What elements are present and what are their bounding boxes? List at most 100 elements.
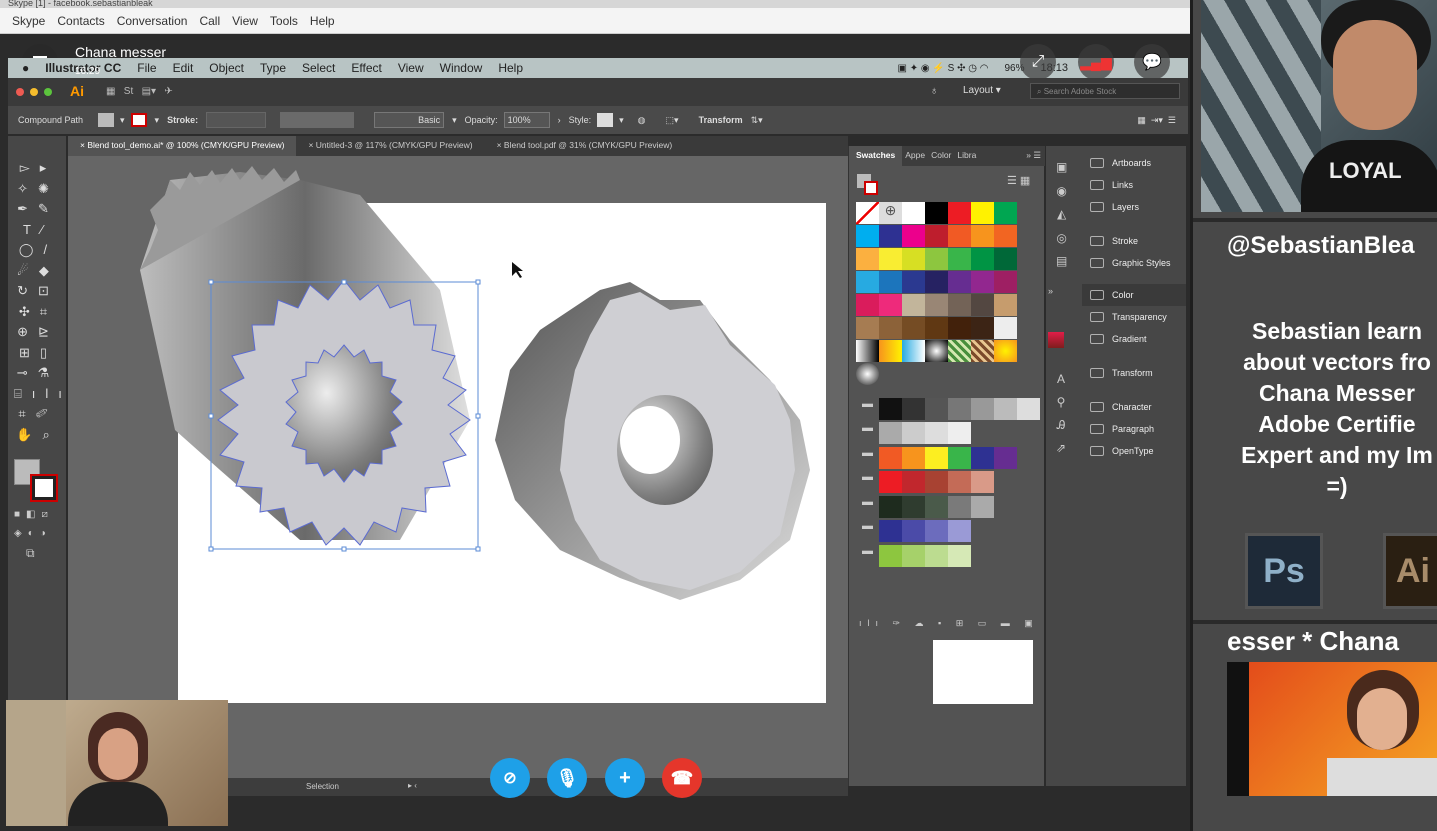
group-swatch[interactable]	[902, 495, 925, 518]
handle-bl[interactable]	[208, 546, 214, 552]
status-arrow-icon[interactable]: ▸ ‹	[408, 781, 417, 790]
group-swatch[interactable]	[925, 520, 948, 542]
folder-icon[interactable]: ▬	[856, 520, 879, 542]
color-swatch[interactable]	[902, 317, 925, 339]
panel-opentype[interactable]: OpenType	[1082, 440, 1186, 462]
hang-up-button[interactable]: ☎	[662, 758, 702, 798]
color-guide-icon[interactable]	[1048, 332, 1064, 348]
group-swatch[interactable]	[879, 422, 902, 444]
panel-paragraph[interactable]: Paragraph	[1082, 418, 1186, 440]
panel-transform[interactable]: Transform	[1082, 362, 1186, 384]
mute-button[interactable]: 🎙	[547, 758, 587, 798]
color-swatch[interactable]	[994, 225, 1017, 247]
panel-transparency[interactable]: Transparency	[1082, 306, 1186, 328]
color-swatch[interactable]	[925, 294, 948, 316]
handle-tl[interactable]	[208, 279, 214, 285]
self-video-preview[interactable]	[6, 700, 228, 826]
folder-icon[interactable]: ▬	[856, 398, 879, 420]
color-swatch[interactable]	[971, 225, 994, 247]
color-swatch[interactable]	[856, 363, 879, 385]
group-swatch[interactable]	[902, 471, 925, 493]
color-swatch[interactable]	[902, 248, 925, 270]
color-swatch[interactable]	[925, 225, 948, 247]
group-swatch[interactable]	[879, 397, 902, 420]
group-swatch[interactable]	[994, 397, 1017, 420]
color-swatch[interactable]	[856, 271, 879, 293]
group-swatch[interactable]	[879, 495, 902, 518]
group-swatch[interactable]	[925, 397, 948, 420]
panel-color[interactable]: Color	[1082, 284, 1186, 306]
color-swatch[interactable]	[879, 294, 902, 316]
color-swatch[interactable]	[856, 317, 879, 339]
color-swatch[interactable]	[971, 271, 994, 293]
color-swatch[interactable]	[902, 271, 925, 293]
collapse-icon[interactable]: »	[1048, 286, 1053, 296]
panel-menu-icon[interactable]: » ☰	[1022, 146, 1045, 166]
color-swatch[interactable]	[994, 271, 1017, 293]
color-swatch[interactable]	[948, 202, 971, 224]
group-swatch[interactable]	[948, 446, 971, 469]
strip-icons[interactable]: ▣ ◉ ◭ ◎ ▤	[1056, 156, 1067, 274]
color-swatch[interactable]	[902, 202, 925, 224]
color-swatch[interactable]	[994, 294, 1017, 316]
folder-icon[interactable]: ▬	[856, 545, 879, 567]
panel-character[interactable]: Character	[1082, 396, 1186, 418]
tab-swatches[interactable]: Swatches	[849, 146, 903, 166]
tab-libraries[interactable]: Libra	[954, 146, 979, 166]
color-swatch[interactable]	[925, 202, 948, 224]
group-swatch[interactable]	[948, 495, 971, 518]
folder-icon[interactable]: ▬	[856, 422, 879, 444]
handle-tm[interactable]	[341, 279, 347, 285]
color-swatch[interactable]	[948, 225, 971, 247]
handle-bm[interactable]	[341, 546, 347, 552]
group-swatch[interactable]	[879, 520, 902, 542]
color-swatch[interactable]	[948, 340, 971, 362]
group-swatch[interactable]	[925, 446, 948, 469]
group-swatch[interactable]	[948, 397, 971, 420]
group-swatch[interactable]	[1017, 397, 1040, 420]
color-swatch[interactable]	[971, 317, 994, 339]
color-swatch[interactable]	[948, 317, 971, 339]
group-swatch[interactable]	[879, 446, 902, 469]
color-swatch[interactable]	[948, 294, 971, 316]
group-swatch[interactable]	[902, 422, 925, 444]
panel-stroke[interactable]: Stroke	[1082, 230, 1186, 252]
group-swatch[interactable]	[971, 446, 994, 469]
group-swatch[interactable]	[879, 544, 902, 567]
group-swatch[interactable]	[948, 520, 971, 542]
color-swatch[interactable]	[994, 248, 1017, 270]
panel-graphic-styles[interactable]: Graphic Styles	[1082, 252, 1186, 274]
panel-links[interactable]: Links	[1082, 174, 1186, 196]
color-swatch[interactable]	[971, 294, 994, 316]
strip-icons-2[interactable]: A ⚲ Ꭿ ⇗	[1056, 368, 1066, 460]
color-swatch[interactable]	[902, 294, 925, 316]
handle-br[interactable]	[475, 546, 481, 552]
group-swatch[interactable]	[948, 544, 971, 567]
group-swatch[interactable]	[925, 422, 948, 444]
color-swatch[interactable]: ⊕	[879, 202, 902, 224]
color-swatch[interactable]	[856, 294, 879, 316]
group-swatch[interactable]	[902, 544, 925, 567]
folder-icon[interactable]: ▬	[856, 447, 879, 469]
group-swatch[interactable]	[879, 471, 902, 493]
group-swatch[interactable]	[925, 544, 948, 567]
color-swatch[interactable]	[879, 317, 902, 339]
folder-icon[interactable]: ▬	[856, 496, 879, 518]
handle-mr[interactable]	[475, 413, 481, 419]
group-swatch[interactable]	[902, 397, 925, 420]
color-swatch[interactable]	[856, 202, 879, 224]
color-swatch[interactable]	[856, 248, 879, 270]
color-swatch[interactable]	[994, 317, 1017, 339]
folder-icon[interactable]: ▬	[856, 471, 879, 493]
tab-appearance[interactable]: Appe	[902, 146, 928, 166]
panel-artboards[interactable]: Artboards	[1082, 152, 1186, 174]
handle-tr[interactable]	[475, 279, 481, 285]
view-toggle-icons[interactable]: ☰ ▦	[1007, 174, 1030, 187]
color-swatch[interactable]	[879, 271, 902, 293]
tab-color[interactable]: Color	[928, 146, 954, 166]
color-swatch[interactable]	[856, 340, 879, 362]
active-stroke-swatch[interactable]	[864, 181, 878, 195]
color-swatch[interactable]	[879, 225, 902, 247]
color-swatch[interactable]	[994, 340, 1017, 362]
group-swatch[interactable]	[971, 397, 994, 420]
